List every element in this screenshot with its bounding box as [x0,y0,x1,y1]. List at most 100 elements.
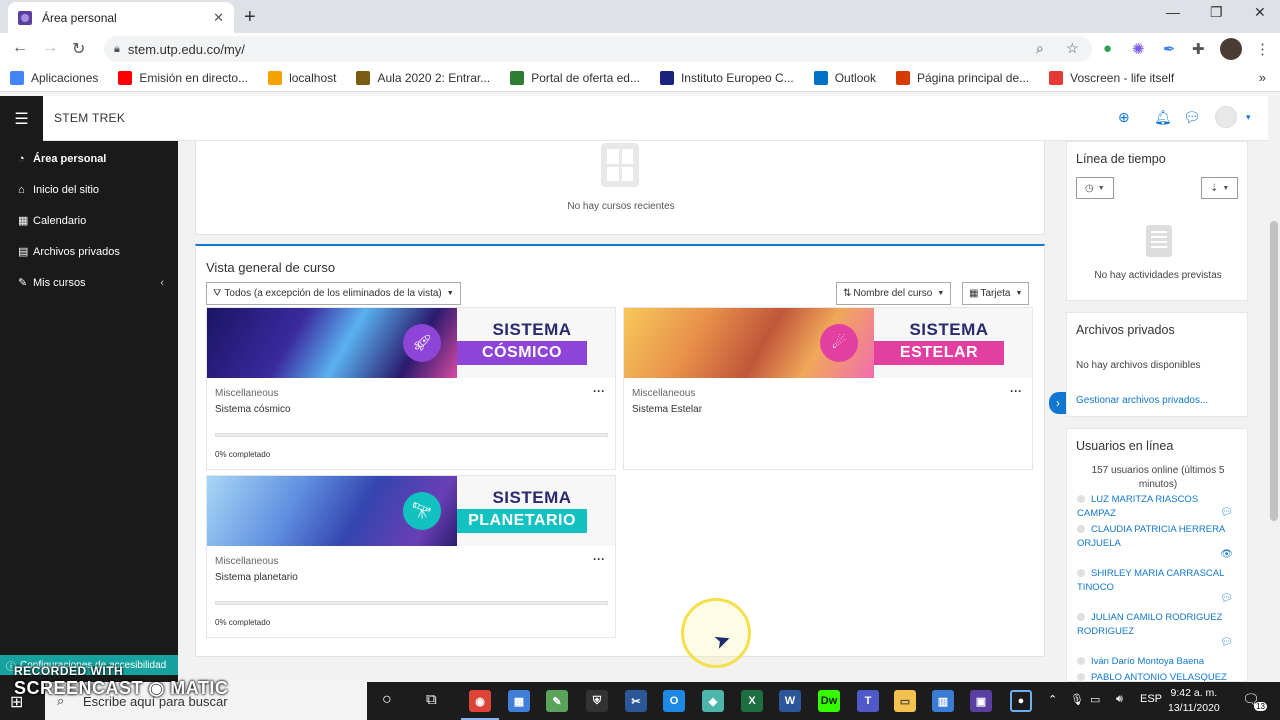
online-user[interactable]: PABLO ANTONIO VELASQUEZ [1077,671,1239,681]
course-name[interactable]: Sistema cósmico [215,404,291,415]
file-explorer-icon[interactable]: ▭ [894,690,916,712]
bookmark-item[interactable]: Instituto Europeo C... [659,71,794,85]
messages-icon[interactable]: 💬︎ [1183,109,1201,126]
online-user-name[interactable]: CLAUDIA PATRICIA HERRERA ORJUELA [1077,524,1225,549]
dreamweaver-icon[interactable]: Dw [818,690,840,712]
bookmark-item[interactable]: Voscreen - life itself [1049,71,1174,85]
course-actions-icon[interactable]: ··· [593,384,605,398]
message-user-icon[interactable]: 💬︎ [1220,593,1233,604]
back-icon[interactable]: ← [12,39,28,57]
excel-icon[interactable]: X [741,690,763,712]
zoom-icon[interactable]: ⌕ [1036,40,1044,57]
bookmarks-overflow-icon[interactable]: » [1259,70,1266,85]
user-menu-caret-icon[interactable]: ▾ [1246,112,1251,123]
course-card[interactable]: 🚀︎ SISTEMA CÓSMICO Miscellaneous Sistema cós… [206,307,616,470]
course-banner[interactable]: ☄︎ SISTEMA ESTELAR [624,308,1032,378]
course-banner[interactable]: 🚀︎ SISTEMA CÓSMICO [207,308,615,378]
extension-location-icon[interactable]: ● [1103,40,1112,57]
security-shield-icon[interactable]: ⛨ [586,690,608,712]
bookmark-item[interactable]: Aula 2020 2: Entrar... [356,71,490,85]
bookmark-star-icon[interactable]: ☆ [1066,40,1079,57]
notifications-bell-icon[interactable]: 🔔︎ [1154,109,1172,126]
profile-avatar[interactable] [1220,38,1242,60]
course-actions-icon[interactable]: ··· [593,552,605,566]
course-actions-icon[interactable]: ··· [1010,384,1022,398]
user-avatar[interactable] [1215,106,1237,128]
drawer-item[interactable]: ▦ Calendario [0,205,178,236]
chrome-icon[interactable]: ◉ [461,690,499,720]
course-banner[interactable]: 🔭︎ SISTEMA PLANETARIO [207,476,615,546]
site-name[interactable]: STEM TREK [54,111,125,125]
view-dropdown[interactable]: ▦ Tarjeta ▼ [962,282,1030,305]
collapse-chevron-icon[interactable]: ‹ [160,277,164,289]
online-user[interactable]: LUZ MARITZA RIASCOS CAMPAZ [1077,493,1239,521]
store-icon[interactable]: ▥ [932,690,954,712]
online-user[interactable]: CLAUDIA PATRICIA HERRERA ORJUELA [1077,523,1239,551]
bookmark-item[interactable]: Outlook [813,71,876,85]
word-icon[interactable]: W [779,690,801,712]
page-scrollbar[interactable] [1268,141,1280,682]
drawer-item[interactable]: ◔ Área personal [0,143,178,174]
url-input[interactable]: 🔒︎ stem.utp.edu.co/my/ ⌕ ☆ [104,36,1092,62]
scrollbar-thumb[interactable] [1270,221,1278,521]
visibility-icon[interactable]: 👁︎ [1220,549,1233,560]
close-tab-icon[interactable]: ✕ [213,10,224,26]
microphone-icon[interactable]: 🎙︎ [1070,693,1084,706]
online-user-name[interactable]: Iván Darío Montoya Baena [1091,656,1204,667]
filter-dropdown[interactable]: ⛛ Todos (a excepción de los eliminados d… [206,282,461,305]
bookmark-item[interactable]: Portal de oferta ed... [510,71,640,85]
tray-expand-icon[interactable]: ⌃ [1048,693,1057,706]
browser-menu-icon[interactable]: ⋮ [1255,40,1270,58]
drawer-item[interactable]: ✎ Mis cursos ‹ [0,267,178,298]
restore-icon[interactable]: ❐ [1210,4,1223,21]
forward-icon[interactable]: → [42,39,58,57]
reload-icon[interactable]: ↻ [72,39,85,59]
language-label[interactable]: ESP [1140,693,1162,705]
timeline-filter-dropdown[interactable]: ◷ ▼ [1076,177,1114,199]
recorder-icon[interactable]: ● [1010,690,1032,712]
outlook-icon[interactable]: O [663,690,685,712]
course-name[interactable]: Sistema Estelar [632,404,702,415]
screencast-app-icon[interactable]: ▣ [970,690,992,712]
paint-icon[interactable]: ✎ [546,690,568,712]
online-user-name[interactable]: LUZ MARITZA RIASCOS CAMPAZ [1077,494,1198,519]
block-drawer-toggle-icon[interactable]: › [1049,392,1067,414]
volume-icon[interactable]: 🔊︎ [1116,693,1123,706]
menu-toggle-icon[interactable]: ☰ [0,96,43,141]
language-globe-icon[interactable]: ⊕ [1118,109,1130,126]
task-view-icon[interactable]: ⧉ [426,691,437,708]
bookmark-item[interactable]: localhost [268,71,336,85]
notes-icon[interactable]: ◆ [702,690,724,712]
drawer-item[interactable]: ▤ Archivos privados [0,236,178,267]
bookmark-item[interactable]: Emisión en directo... [118,71,248,85]
online-user-name[interactable]: SHIRLEY MARIA CARRASCAL TINOCO [1077,568,1224,593]
calculator-icon[interactable]: ▦ [508,690,530,712]
online-user[interactable]: Iván Darío Montoya Baena [1077,655,1239,669]
message-user-icon[interactable]: 💬︎ [1220,507,1233,518]
extension-feather-icon[interactable]: ✒ [1163,40,1176,58]
cortana-icon[interactable]: ○ [382,691,392,709]
new-tab-icon[interactable]: + [244,6,256,29]
snipping-tool-icon[interactable]: ✂ [625,690,647,712]
network-icon[interactable]: ▭ [1090,693,1100,706]
online-user[interactable]: JULIAN CAMILO RODRIGUEZ RODRIGUEZ [1077,611,1239,639]
course-card[interactable]: 🔭︎ SISTEMA PLANETARIO Miscellaneous Sistema … [206,475,616,638]
online-user-name[interactable]: JULIAN CAMILO RODRIGUEZ RODRIGUEZ [1077,612,1222,637]
timeline-sort-dropdown[interactable]: ⇣ ▼ [1201,177,1239,199]
teams-icon[interactable]: T [857,690,879,712]
browser-tab[interactable]: Área personal ✕ [8,2,234,33]
close-window-icon[interactable]: ✕ [1254,4,1266,21]
online-user[interactable]: SHIRLEY MARIA CARRASCAL TINOCO [1077,567,1239,595]
course-card[interactable]: ☄︎ SISTEMA ESTELAR Miscellaneous Sistema Est… [623,307,1033,470]
online-user-name[interactable]: PABLO ANTONIO VELASQUEZ [1091,672,1227,681]
bookmark-item[interactable]: Aplicaciones [10,71,98,85]
manage-private-files-link[interactable]: Gestionar archivos privados... [1076,395,1208,406]
bookmark-item[interactable]: Página principal de... [896,71,1029,85]
message-user-icon[interactable]: 💬︎ [1220,637,1233,648]
course-name[interactable]: Sistema planetario [215,572,298,583]
extensions-puzzle-icon[interactable]: ✚ [1192,40,1205,58]
minimize-icon[interactable]: — [1166,4,1180,20]
extension-gear-icon[interactable]: ✺ [1132,40,1145,58]
drawer-item[interactable]: ⌂ Inicio del sitio [0,174,178,205]
sort-dropdown[interactable]: ⇅ Nombre del curso ▼ [836,282,952,305]
